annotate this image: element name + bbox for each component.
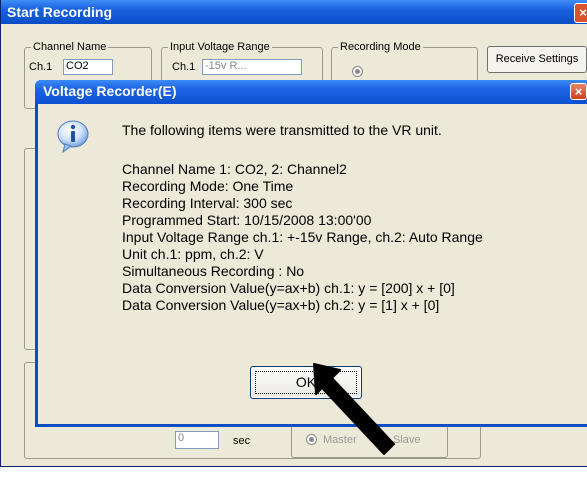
dialog-close-button[interactable]: ×	[570, 83, 587, 100]
receive-settings-button[interactable]: Receive Settings	[487, 46, 587, 73]
dialog-message-header: The following items were transmitted to …	[122, 122, 442, 138]
recording-mode-radio[interactable]	[352, 66, 363, 77]
interval-unit-label: sec	[233, 435, 251, 447]
ch1-label: Ch.1	[29, 61, 53, 73]
interval-value: 0	[178, 432, 185, 444]
message-line: Programmed Start: 10/15/2008 13:00'00	[122, 212, 372, 228]
input-voltage-range-label: Input Voltage Range	[168, 41, 272, 53]
close-icon: ×	[574, 84, 583, 99]
start-recording-title: Start Recording	[7, 4, 113, 20]
input-ch1-label: Ch.1	[172, 61, 196, 73]
recording-mode-label: Recording Mode	[338, 41, 423, 53]
message-line: Simultaneous Recording : No	[122, 263, 305, 279]
info-icon	[57, 120, 89, 153]
channel-name-group-label: Channel Name	[31, 41, 109, 53]
pointer-arrow-icon	[313, 363, 395, 455]
message-line: Unit ch.1: ppm, ch.2: V	[122, 246, 264, 262]
message-line: Recording Interval: 300 sec	[122, 195, 293, 211]
message-line: Data Conversion Value(y=ax+b) ch.1: y = …	[122, 280, 455, 296]
start-recording-close-button[interactable]: ×	[574, 3, 587, 23]
message-line: Input Voltage Range ch.1: +-15v Range, c…	[122, 229, 483, 245]
close-icon: ×	[579, 5, 587, 20]
message-line: Data Conversion Value(y=ax+b) ch.2: y = …	[122, 297, 440, 313]
message-line: Recording Mode: One Time	[122, 178, 294, 194]
dialog-title: Voltage Recorder(E)	[43, 83, 177, 99]
ch1-name-input[interactable]: CO2	[63, 59, 113, 75]
dialog-titlebar[interactable]: Voltage Recorder(E) ×	[35, 80, 587, 104]
receive-settings-label: Receive Settings	[495, 53, 579, 65]
interval-input[interactable]: 0	[175, 431, 219, 449]
input-ch1-value: -15v R...	[205, 60, 247, 72]
message-line: Channel Name 1: CO2, 2: Channel2	[122, 161, 347, 177]
start-recording-titlebar[interactable]: Start Recording ×	[1, 0, 587, 24]
input-ch1-select[interactable]: -15v R...	[202, 59, 302, 75]
ch1-name-value: CO2	[66, 60, 89, 72]
